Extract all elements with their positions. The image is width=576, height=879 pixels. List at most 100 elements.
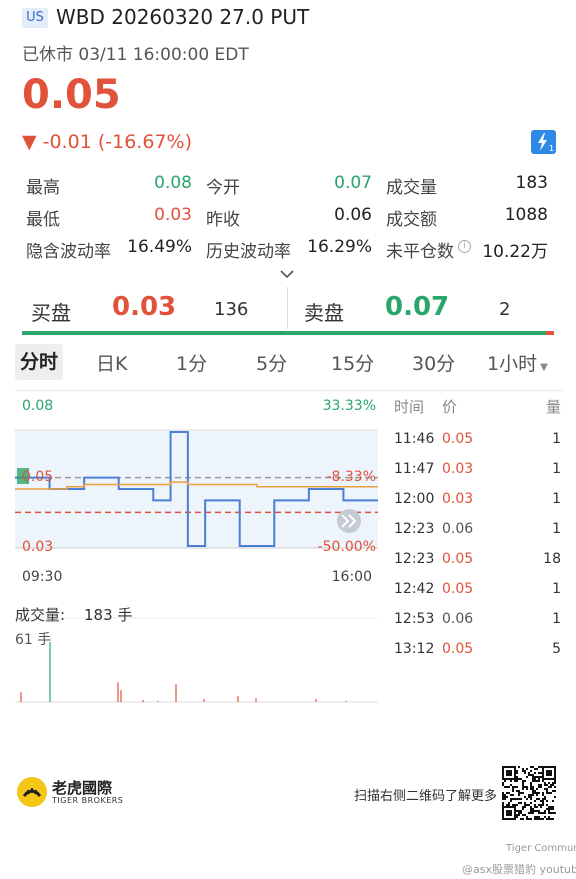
- qr-module: [516, 772, 518, 774]
- qr-module: [516, 780, 518, 782]
- qr-module: [534, 792, 536, 794]
- stat-value: 16.49%: [127, 237, 192, 257]
- fast-forward-icon[interactable]: [337, 509, 361, 533]
- qr-module: [530, 796, 532, 798]
- qr-module: [554, 780, 556, 782]
- qr-code[interactable]: [502, 766, 556, 820]
- qr-module: [522, 792, 524, 794]
- qr-module: [532, 790, 534, 792]
- qr-module: [524, 772, 526, 774]
- qr-module: [534, 778, 536, 780]
- qr-module: [542, 802, 544, 804]
- price-chart[interactable]: 0.08 33.33% 0.05 -8.33% 0.03 -50.00% 09:…: [0, 390, 390, 720]
- qr-module: [534, 780, 536, 782]
- qr-module: [510, 800, 512, 802]
- qr-module: [524, 770, 526, 772]
- qr-module: [538, 772, 540, 774]
- qr-module: [546, 800, 548, 802]
- qr-module: [534, 790, 536, 792]
- qr-module: [520, 802, 522, 804]
- stat-label: 成交量: [386, 178, 437, 198]
- qr-finder: [506, 810, 512, 816]
- qr-module: [514, 786, 516, 788]
- qr-module: [542, 800, 544, 802]
- qr-module: [532, 812, 534, 814]
- qr-module: [522, 786, 524, 788]
- qr-module: [526, 788, 528, 790]
- qr-module: [508, 786, 510, 788]
- qr-module: [534, 816, 536, 818]
- qr-module: [536, 818, 538, 820]
- qr-module: [540, 812, 542, 814]
- qr-module: [530, 808, 532, 810]
- qr-module: [516, 810, 518, 812]
- qr-module: [516, 786, 518, 788]
- qr-module: [528, 818, 530, 820]
- qr-module: [530, 812, 532, 814]
- stat-label: 隐含波动率: [26, 242, 111, 262]
- qr-module: [512, 788, 514, 790]
- x-axis-start: 09:30: [22, 569, 62, 585]
- qr-module: [502, 782, 504, 784]
- trade-quantity: 1: [552, 461, 561, 477]
- qr-module: [546, 792, 548, 794]
- tab-intraday[interactable]: 分时: [15, 344, 63, 380]
- qr-module: [528, 804, 530, 806]
- qr-module: [508, 792, 510, 794]
- brand-name-en: TIGER BROKERS: [52, 796, 124, 805]
- qr-module: [550, 818, 552, 820]
- qr-module: [538, 798, 540, 800]
- qr-module: [536, 776, 538, 778]
- bid-volume-bar: [22, 331, 546, 335]
- qr-module: [550, 812, 552, 814]
- qr-module: [552, 782, 554, 784]
- qr-module: [550, 806, 552, 808]
- qr-module: [552, 818, 554, 820]
- stat-value: 0.03: [154, 205, 192, 225]
- qr-module: [544, 798, 546, 800]
- qr-module: [520, 798, 522, 800]
- qr-module: [520, 818, 522, 820]
- qr-module: [534, 804, 536, 806]
- ask-label: 卖盘: [304, 301, 344, 325]
- trade-header-time: 时间: [394, 398, 425, 416]
- market-status: 已休市 03/11 16:00:00 EDT: [22, 45, 249, 65]
- qr-module: [536, 794, 538, 796]
- qr-module: [510, 784, 512, 786]
- qr-module: [534, 806, 536, 808]
- qr-module: [552, 790, 554, 792]
- qr-module: [546, 804, 548, 806]
- qr-module: [504, 780, 506, 782]
- trade-price: 0.05: [442, 431, 474, 447]
- qr-module: [546, 788, 548, 790]
- lightning-icon[interactable]: 1: [531, 130, 556, 154]
- qr-module: [536, 788, 538, 790]
- qr-module: [546, 784, 548, 786]
- qr-module: [518, 778, 520, 780]
- y-axis-low-label: 0.03: [22, 539, 53, 555]
- tab-1min[interactable]: 1分: [176, 349, 207, 376]
- chevron-down-icon[interactable]: [280, 266, 294, 280]
- qr-module: [540, 804, 542, 806]
- qr-module: [524, 804, 526, 806]
- qr-module: [538, 780, 540, 782]
- tab-30min[interactable]: 30分: [412, 349, 455, 376]
- qr-module: [518, 814, 520, 816]
- tab-daily-k[interactable]: 日K: [96, 349, 127, 376]
- qr-module: [530, 784, 532, 786]
- tab-1hour[interactable]: 1小时 ▼: [487, 349, 548, 376]
- qr-module: [518, 798, 520, 800]
- qr-module: [512, 786, 514, 788]
- tab-15min[interactable]: 15分: [331, 349, 374, 376]
- qr-module: [512, 790, 514, 792]
- qr-module: [514, 798, 516, 800]
- qr-module: [504, 794, 506, 796]
- qr-module: [540, 806, 542, 808]
- trade-quantity: 18: [543, 551, 561, 567]
- stat-label: 昨收: [206, 210, 240, 230]
- volume-label: 成交量:: [15, 606, 65, 624]
- qr-module: [554, 790, 556, 792]
- qr-module: [514, 804, 516, 806]
- tab-5min[interactable]: 5分: [256, 349, 287, 376]
- info-icon[interactable]: i: [458, 240, 471, 253]
